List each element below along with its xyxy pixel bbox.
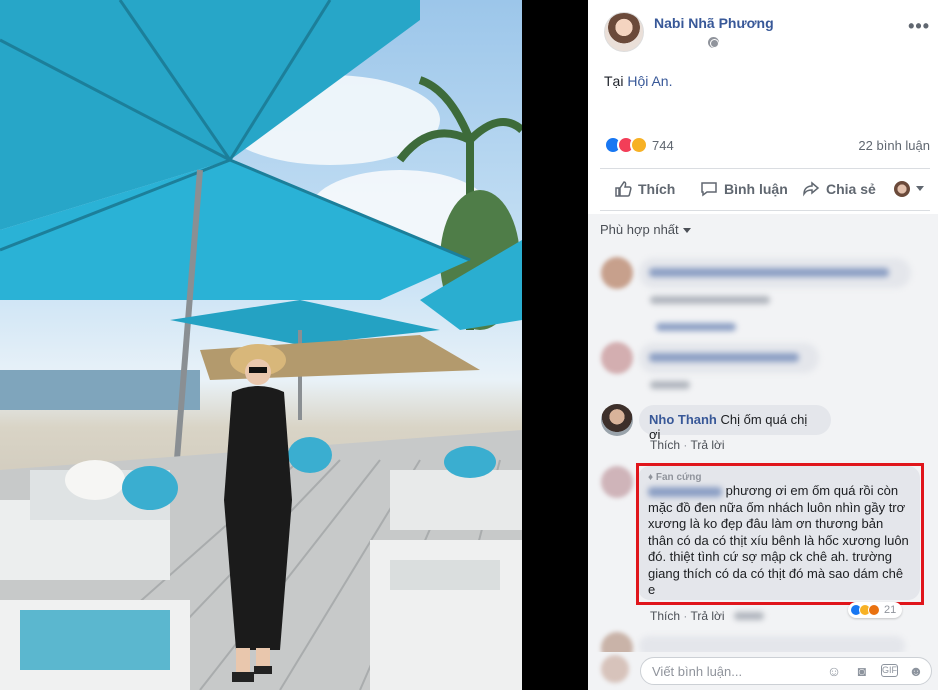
caption-prefix: Tại: [604, 73, 628, 89]
divider: [600, 168, 930, 169]
post-header: Nabi Nhã Phương •••: [604, 12, 934, 58]
comment-count[interactable]: 22 bình luận: [858, 138, 930, 153]
profile-switcher-avatar[interactable]: [894, 181, 910, 197]
comment-input-placeholder: Viết bình luận...: [652, 664, 743, 679]
author-avatar[interactable]: [604, 12, 644, 52]
comment-reaction-count: 21: [884, 604, 897, 616]
action-bar: Thích Bình luận Chia sẻ: [600, 172, 930, 208]
photo-illustration: [0, 0, 522, 690]
comment-label: Bình luận: [724, 181, 788, 197]
facebook-photo-viewer: Nabi Nhã Phương ••• Tại Hội An. 744 22 b…: [0, 0, 938, 690]
viewer-gap: [522, 0, 588, 690]
camera-icon[interactable]: ◙: [854, 663, 870, 679]
thumbs-up-icon: [615, 181, 632, 197]
commenter-avatar[interactable]: [601, 404, 633, 436]
divider: [600, 210, 930, 211]
sort-dropdown[interactable]: Phù hợp nhất: [600, 222, 691, 237]
commenter-avatar[interactable]: [601, 466, 633, 498]
post-caption: Tại Hội An.: [604, 73, 672, 89]
red-highlight-box: [636, 463, 924, 605]
comment-meta: Thích · Trả lời: [650, 609, 764, 623]
share-label: Chia sẻ: [826, 181, 876, 197]
angry-reaction-icon: [868, 604, 880, 616]
like-button[interactable]: Thích: [614, 180, 675, 198]
chevron-down-icon: [682, 228, 691, 234]
commenter-avatar[interactable]: [601, 257, 633, 289]
sort-label: Phù hợp nhất: [600, 222, 679, 237]
comment-reply-link[interactable]: Trả lời: [690, 438, 724, 452]
comment-like-link[interactable]: Thích: [650, 438, 680, 452]
comment-bubble-blurred: [639, 258, 911, 288]
sticker-icon[interactable]: ☻: [908, 663, 924, 679]
comment-meta-blurred: [650, 293, 770, 304]
commenter-name[interactable]: Nho Thanh: [649, 412, 717, 427]
like-label: Thích: [638, 181, 676, 197]
comment-bubble-blurred: [639, 343, 819, 373]
comment-button[interactable]: Bình luận: [700, 180, 788, 198]
comment-like-link[interactable]: Thích: [650, 609, 680, 623]
replies-link-blurred[interactable]: [656, 320, 736, 331]
author-name[interactable]: Nabi Nhã Phương: [654, 15, 774, 31]
comment-bubble: Nho Thanh Chị ốm quá chị ơi: [639, 405, 831, 442]
reaction-summary[interactable]: 744 22 bình luận: [604, 136, 934, 158]
chevron-down-icon[interactable]: [916, 186, 924, 191]
gif-icon[interactable]: GIF: [881, 664, 898, 677]
globe-icon[interactable]: [708, 37, 719, 48]
my-avatar[interactable]: [601, 655, 629, 683]
comment-meta-blurred: [650, 378, 690, 389]
share-button[interactable]: Chia sẻ: [802, 180, 876, 198]
location-link[interactable]: Hội An.: [627, 73, 672, 89]
post-photo[interactable]: [0, 0, 522, 690]
commenter-avatar[interactable]: [601, 342, 633, 374]
comment-reply-link[interactable]: Trả lời: [690, 609, 724, 623]
timestamp-blurred[interactable]: [733, 612, 764, 620]
comment-meta: Thích · Trả lời: [650, 438, 725, 452]
emoji-icon[interactable]: ☺: [826, 663, 842, 679]
more-options-icon[interactable]: •••: [908, 16, 930, 37]
comment-reactions[interactable]: 21: [848, 602, 903, 618]
comment-icon: [701, 182, 717, 197]
care-reaction-icon: [630, 136, 648, 154]
reaction-count[interactable]: 744: [652, 138, 674, 153]
share-icon: [803, 181, 820, 197]
